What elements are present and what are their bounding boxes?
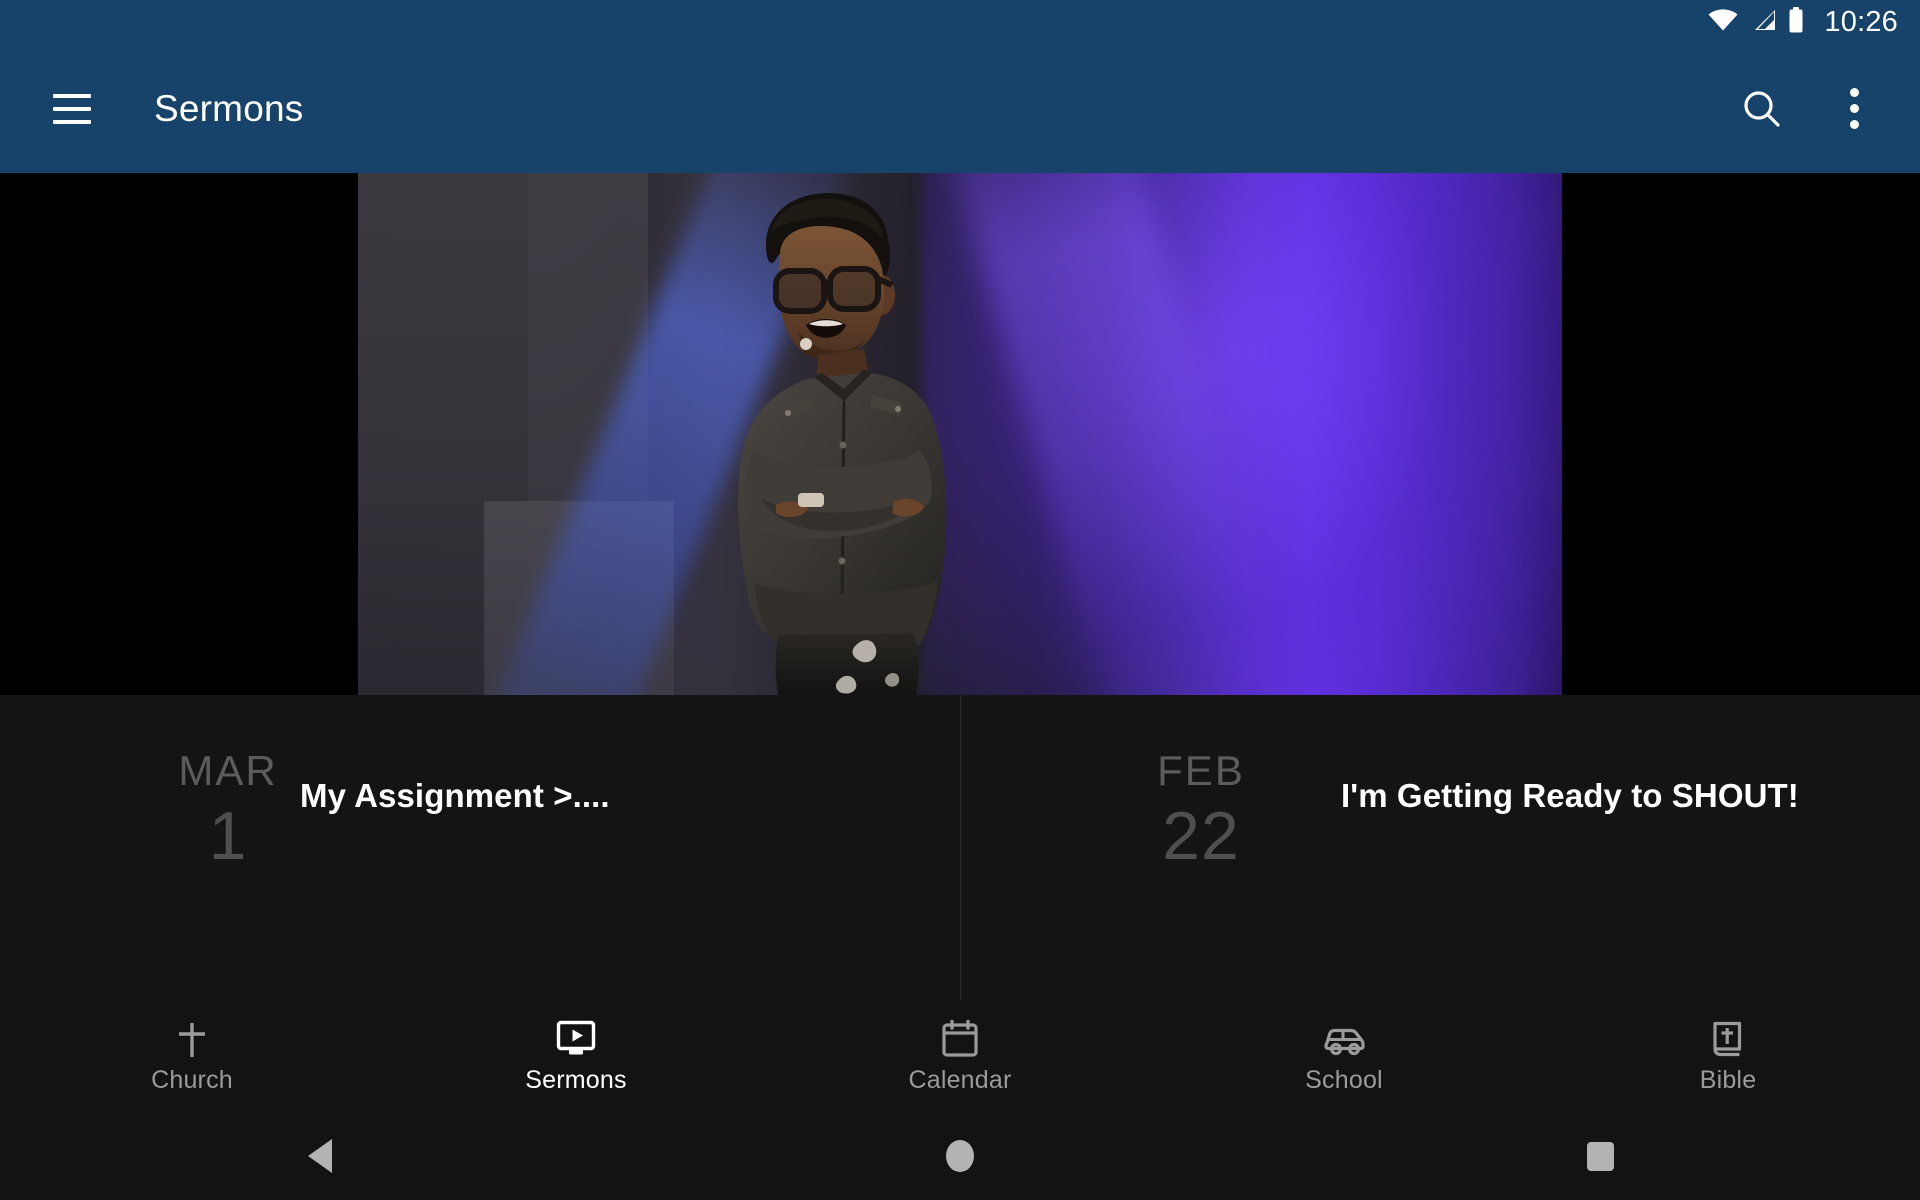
wifi-icon (1708, 8, 1738, 36)
home-circle-icon[interactable] (860, 1112, 1060, 1200)
app-screen: 10:26 Sermons MAR 1 My Assignment >.... … (0, 0, 1920, 1200)
status-bar: 10:26 (0, 0, 1920, 44)
cross-icon (174, 1019, 210, 1059)
sermon-title: My Assignment >.... (300, 777, 610, 814)
nav-label-calendar: Calendar (908, 1066, 1012, 1094)
list-item[interactable]: FEB 22 I'm Getting Ready to SHOUT! (960, 695, 1920, 1000)
sermon-list: MAR 1 My Assignment >.... FEB 22 I'm Get… (0, 695, 1920, 1000)
sermon-date-day: 22 (1162, 798, 1240, 874)
nav-label-sermons: Sermons (525, 1066, 627, 1094)
nav-label-church: Church (151, 1066, 233, 1094)
page-title: Sermons (154, 87, 304, 129)
system-navigation-bar (0, 1112, 1920, 1200)
bible-book-icon (1711, 1019, 1745, 1059)
search-icon[interactable] (1724, 71, 1800, 147)
nav-item-school[interactable]: School (1152, 1000, 1536, 1112)
nav-label-school: School (1305, 1066, 1383, 1094)
sermon-title: I'm Getting Ready to SHOUT! (1341, 777, 1799, 814)
video-frame (358, 173, 1562, 695)
calendar-icon (941, 1019, 979, 1059)
bottom-navigation-bar: Church Sermons Calendar School Bible (0, 1000, 1920, 1112)
nav-item-church[interactable]: Church (0, 1000, 384, 1112)
overflow-menu-icon[interactable] (1816, 71, 1892, 147)
back-triangle-icon[interactable] (220, 1112, 420, 1200)
video-monitor-icon (556, 1019, 596, 1059)
recents-square-icon[interactable] (1500, 1112, 1700, 1200)
status-bar-clock: 10:26 (1824, 5, 1898, 38)
cellular-signal-icon (1750, 9, 1776, 36)
nav-item-sermons[interactable]: Sermons (384, 1000, 768, 1112)
nav-item-calendar[interactable]: Calendar (768, 1000, 1152, 1112)
status-bar-icons: 10:26 (1708, 5, 1898, 38)
sermon-date-day: 1 (208, 798, 248, 874)
sermon-date-month: FEB (1157, 747, 1245, 794)
hamburger-menu-icon[interactable] (28, 65, 116, 153)
sermon-date: FEB 22 (1121, 747, 1281, 874)
video-player[interactable] (0, 173, 1920, 695)
nav-label-bible: Bible (1699, 1066, 1757, 1094)
app-bar: Sermons (0, 44, 1920, 173)
speaker-figure (658, 183, 1038, 695)
battery-icon (1788, 6, 1804, 38)
car-icon (1321, 1019, 1367, 1059)
list-item[interactable]: MAR 1 My Assignment >.... (0, 695, 960, 1000)
sermon-date: MAR 1 (148, 747, 308, 874)
sermon-date-month: MAR (178, 747, 278, 794)
nav-item-bible[interactable]: Bible (1536, 1000, 1920, 1112)
